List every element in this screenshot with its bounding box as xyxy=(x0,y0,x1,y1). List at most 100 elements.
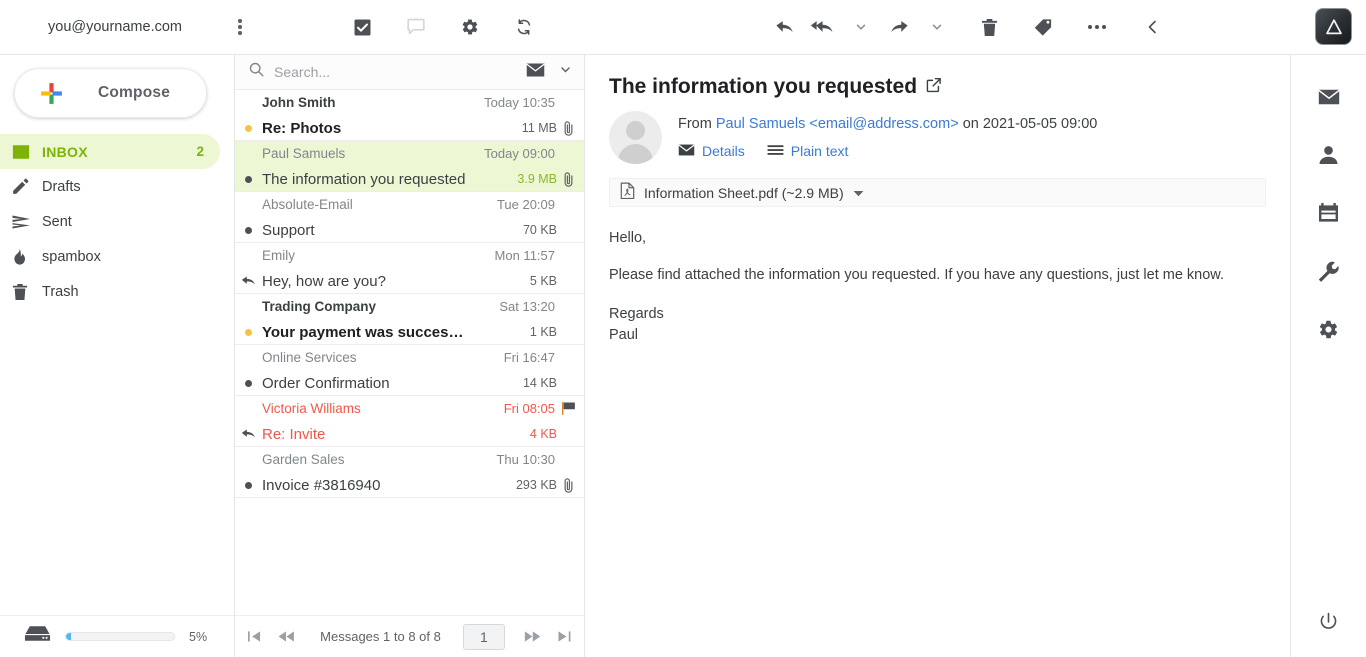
next-page-icon[interactable] xyxy=(517,621,549,653)
details-toggle[interactable]: Details xyxy=(678,143,745,159)
message-from-line: From Paul Samuels <email@address.com> on… xyxy=(678,116,1097,132)
trash-icon[interactable] xyxy=(974,12,1004,42)
message-list-row[interactable]: Victoria Williams Fri 08:05 Re: Invite 4 KB xyxy=(235,396,584,447)
top-toolbar: you@yourname.com xyxy=(0,0,1366,55)
attachment-clip-icon[interactable] xyxy=(557,120,580,137)
ellipsis-more-icon[interactable] xyxy=(1082,12,1112,42)
right-rail xyxy=(1290,55,1366,657)
flag-icon[interactable] xyxy=(557,401,580,416)
replied-arrow-icon[interactable] xyxy=(235,428,262,441)
message-list-row[interactable]: Paul Samuels Today 09:00 The information y… xyxy=(235,141,584,192)
sidebar-item-label: Drafts xyxy=(42,178,81,195)
inbox-unread-count: 2 xyxy=(196,144,204,159)
message-sender: Victoria Williams xyxy=(262,401,361,416)
message-subject: Support xyxy=(262,221,315,239)
unread-dot-icon[interactable] xyxy=(235,124,262,132)
rail-settings[interactable] xyxy=(1307,300,1351,358)
sidebar-item-spambox[interactable]: spambox xyxy=(0,239,220,274)
message-list-row[interactable]: Garden Sales Thu 10:30 Invoice #3816940 293… xyxy=(235,447,584,498)
message-subject-row: The information you requested xyxy=(609,75,1266,99)
refresh-icon[interactable] xyxy=(509,12,539,42)
message-sender: Paul Samuels xyxy=(262,146,346,161)
from-address-link[interactable]: Paul Samuels <email@address.com> xyxy=(716,116,959,132)
read-dot-icon[interactable] xyxy=(235,226,262,234)
pdf-file-icon xyxy=(620,181,635,204)
rail-mail[interactable] xyxy=(1307,68,1351,126)
rail-calendar[interactable] xyxy=(1307,184,1351,242)
rail-logout[interactable] xyxy=(1318,587,1339,657)
read-dot-icon[interactable] xyxy=(235,175,262,183)
message-list-row[interactable]: Emily Mon 11:57 Hey, how are you? 5 KB xyxy=(235,243,584,294)
replied-arrow-icon[interactable] xyxy=(235,275,262,288)
search-bar[interactable] xyxy=(235,55,584,90)
envelope-icon xyxy=(678,143,695,159)
last-page-icon[interactable] xyxy=(549,621,581,653)
external-link-icon[interactable] xyxy=(926,75,942,99)
attachment-clip-icon[interactable] xyxy=(557,477,580,494)
storage-quota: 5% xyxy=(0,615,234,657)
read-dot-icon[interactable] xyxy=(235,481,262,489)
sidebar-item-label: spambox xyxy=(42,248,101,265)
main-area: Compose INBOX 2 Drafts Sent spambox Tras… xyxy=(0,55,1366,657)
message-list-row[interactable]: Absolute-Email Tue 20:09 Support 70 KB xyxy=(235,192,584,243)
body-signature: Paul xyxy=(609,327,639,344)
sidebar-item-sent[interactable]: Sent xyxy=(0,204,220,239)
message-subject: Re: Photos xyxy=(262,119,342,137)
tag-icon[interactable] xyxy=(1028,12,1058,42)
message-subject: Re: Invite xyxy=(262,425,326,443)
message-subject: Order Confirmation xyxy=(262,374,390,392)
chat-bubble-icon[interactable] xyxy=(401,12,431,42)
rail-tools[interactable] xyxy=(1307,242,1351,300)
plaintext-toggle[interactable]: Plain text xyxy=(767,143,849,159)
sidebar-item-inbox[interactable]: INBOX 2 xyxy=(0,134,220,169)
first-page-icon[interactable] xyxy=(238,621,270,653)
avatar xyxy=(609,111,662,164)
message-size: 1 KB xyxy=(529,325,557,339)
pagination-status: Messages 1 to 8 of 8 xyxy=(320,629,441,644)
search-scope-envelope-icon[interactable] xyxy=(526,63,545,82)
message-size: 70 KB xyxy=(522,223,557,237)
message-sender: Emily xyxy=(262,248,295,263)
reply-icon[interactable] xyxy=(770,12,800,42)
search-input[interactable] xyxy=(274,64,516,80)
sidebar-item-label: INBOX xyxy=(42,143,88,160)
message-subject: Hey, how are you? xyxy=(262,272,386,290)
search-options-chevron-down-icon[interactable] xyxy=(559,63,572,81)
read-dot-icon[interactable] xyxy=(235,379,262,387)
account-area: you@yourname.com xyxy=(0,14,242,40)
sidebar-item-trash[interactable]: Trash xyxy=(0,274,220,309)
message-list-row[interactable]: John Smith Today 10:35 Re: Photos 11 MB xyxy=(235,90,584,141)
message-list-row[interactable]: Online Services Fri 16:47 Order Confirmati… xyxy=(235,345,584,396)
forward-chevron-down-icon[interactable] xyxy=(922,12,952,42)
prev-page-icon[interactable] xyxy=(270,621,302,653)
page-number-input[interactable] xyxy=(462,623,505,650)
trash-icon xyxy=(12,283,42,301)
message-size: 4 KB xyxy=(529,427,557,441)
message-subject: The information you requested xyxy=(609,75,918,98)
app-logo[interactable] xyxy=(1315,8,1352,45)
message-from-row: From Paul Samuels <email@address.com> on… xyxy=(609,111,1266,164)
list-toolbar xyxy=(235,12,585,42)
attachment-caret-down-icon[interactable] xyxy=(853,184,864,202)
sidebar-item-drafts[interactable]: Drafts xyxy=(0,169,220,204)
message-header-actions: Details Plain text xyxy=(678,143,1097,159)
forward-icon[interactable] xyxy=(884,12,914,42)
message-meta: From Paul Samuels <email@address.com> on… xyxy=(678,111,1097,159)
quota-percent-label: 5% xyxy=(189,629,208,644)
chevron-left-collapse-icon[interactable] xyxy=(1138,12,1168,42)
unread-dot-icon[interactable] xyxy=(235,328,262,336)
plaintext-label: Plain text xyxy=(790,143,849,159)
compose-button[interactable]: Compose xyxy=(14,68,207,118)
message-subject: Your payment was successful xyxy=(262,323,469,341)
reply-all-icon[interactable] xyxy=(808,12,838,42)
reply-all-chevron-down-icon[interactable] xyxy=(846,12,876,42)
list-settings-gear-icon[interactable] xyxy=(455,12,485,42)
select-all-checkbox-icon[interactable] xyxy=(347,12,377,42)
message-rows: John Smith Today 10:35 Re: Photos 11 MB Paul… xyxy=(235,90,584,615)
message-list-row[interactable]: Trading Company Sat 13:20 Your payment was… xyxy=(235,294,584,345)
attachment-clip-icon[interactable] xyxy=(557,171,580,188)
message-size: 3.9 MB xyxy=(517,172,557,186)
rail-contacts[interactable] xyxy=(1307,126,1351,184)
attachment-bar[interactable]: Information Sheet.pdf (~2.9 MB) xyxy=(609,178,1266,207)
message-sender: Online Services xyxy=(262,350,357,365)
